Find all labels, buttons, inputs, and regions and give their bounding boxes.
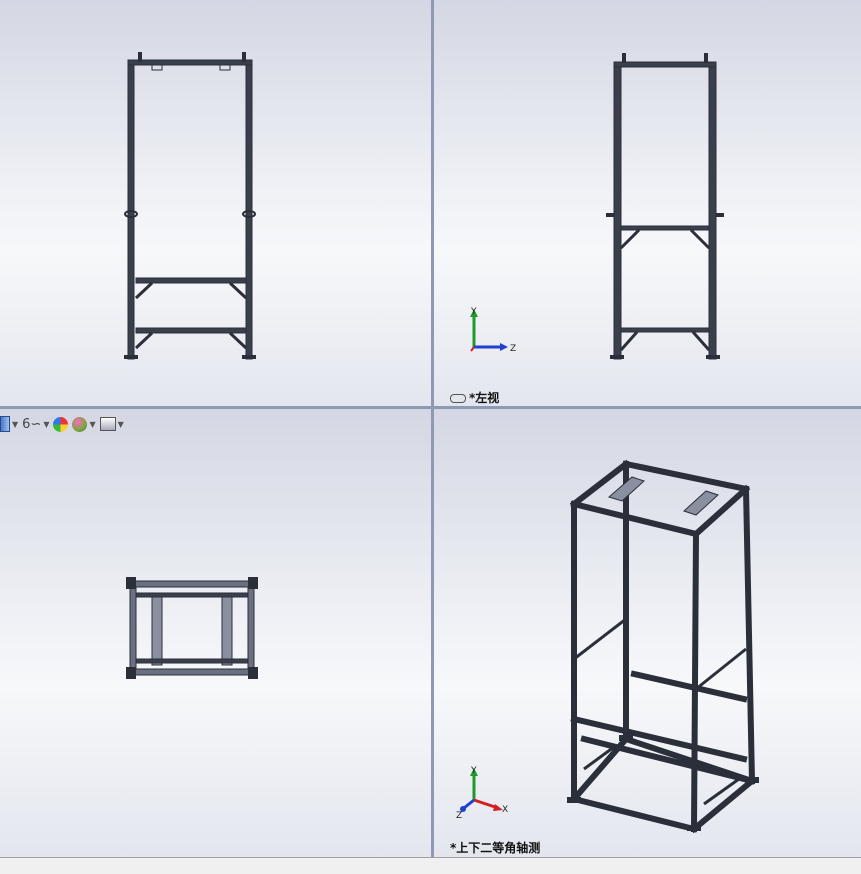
link-views-icon[interactable] <box>450 394 466 403</box>
triad-y-label: Y <box>470 307 477 317</box>
viewport-top[interactable] <box>0 409 431 857</box>
edit-appearance-button[interactable] <box>53 416 69 432</box>
triad-y-label: Y <box>470 766 477 776</box>
heads-up-toolbar: ▼ 6∽ ▼ ▼ ▼ <box>0 414 128 434</box>
apply-scene-icon <box>72 416 88 432</box>
front-view-model <box>124 52 256 360</box>
viewport-front[interactable] <box>0 0 431 406</box>
triad-z-label: Z <box>510 344 516 354</box>
viewport-left[interactable]: Y Z *左视 <box>434 0 861 406</box>
view-settings-icon <box>99 417 116 431</box>
view-orientation-button[interactable]: ▼ <box>0 416 18 432</box>
top-view-model <box>126 577 258 679</box>
apply-scene-button[interactable]: ▼ <box>72 416 96 432</box>
hide-show-items-button[interactable]: 6∽ ▼ <box>22 417 49 432</box>
view-label-isometric: *上下二等角轴测 <box>450 841 541 855</box>
viewport-isometric[interactable]: Y X Z *上下二等角轴测 <box>434 409 861 857</box>
viewport-splitter-vertical[interactable] <box>431 0 434 857</box>
hide-show-items-icon: 6∽ <box>22 416 42 432</box>
chevron-down-icon: ▼ <box>89 419 96 429</box>
view-settings-button[interactable]: ▼ <box>99 417 124 431</box>
axis-triad: Y Z <box>470 307 516 354</box>
chevron-down-icon: ▼ <box>12 419 19 429</box>
chevron-down-icon: ▼ <box>117 419 124 429</box>
chevron-down-icon: ▼ <box>43 419 50 429</box>
status-bar <box>0 857 861 874</box>
edit-appearance-icon <box>53 416 69 432</box>
triad-z-label: Z <box>456 811 462 821</box>
view-label-left: *左视 <box>450 389 499 406</box>
view-orientation-icon <box>0 416 10 432</box>
axis-triad-iso: Y X Z <box>456 766 508 821</box>
triad-x-label: X <box>502 805 508 815</box>
